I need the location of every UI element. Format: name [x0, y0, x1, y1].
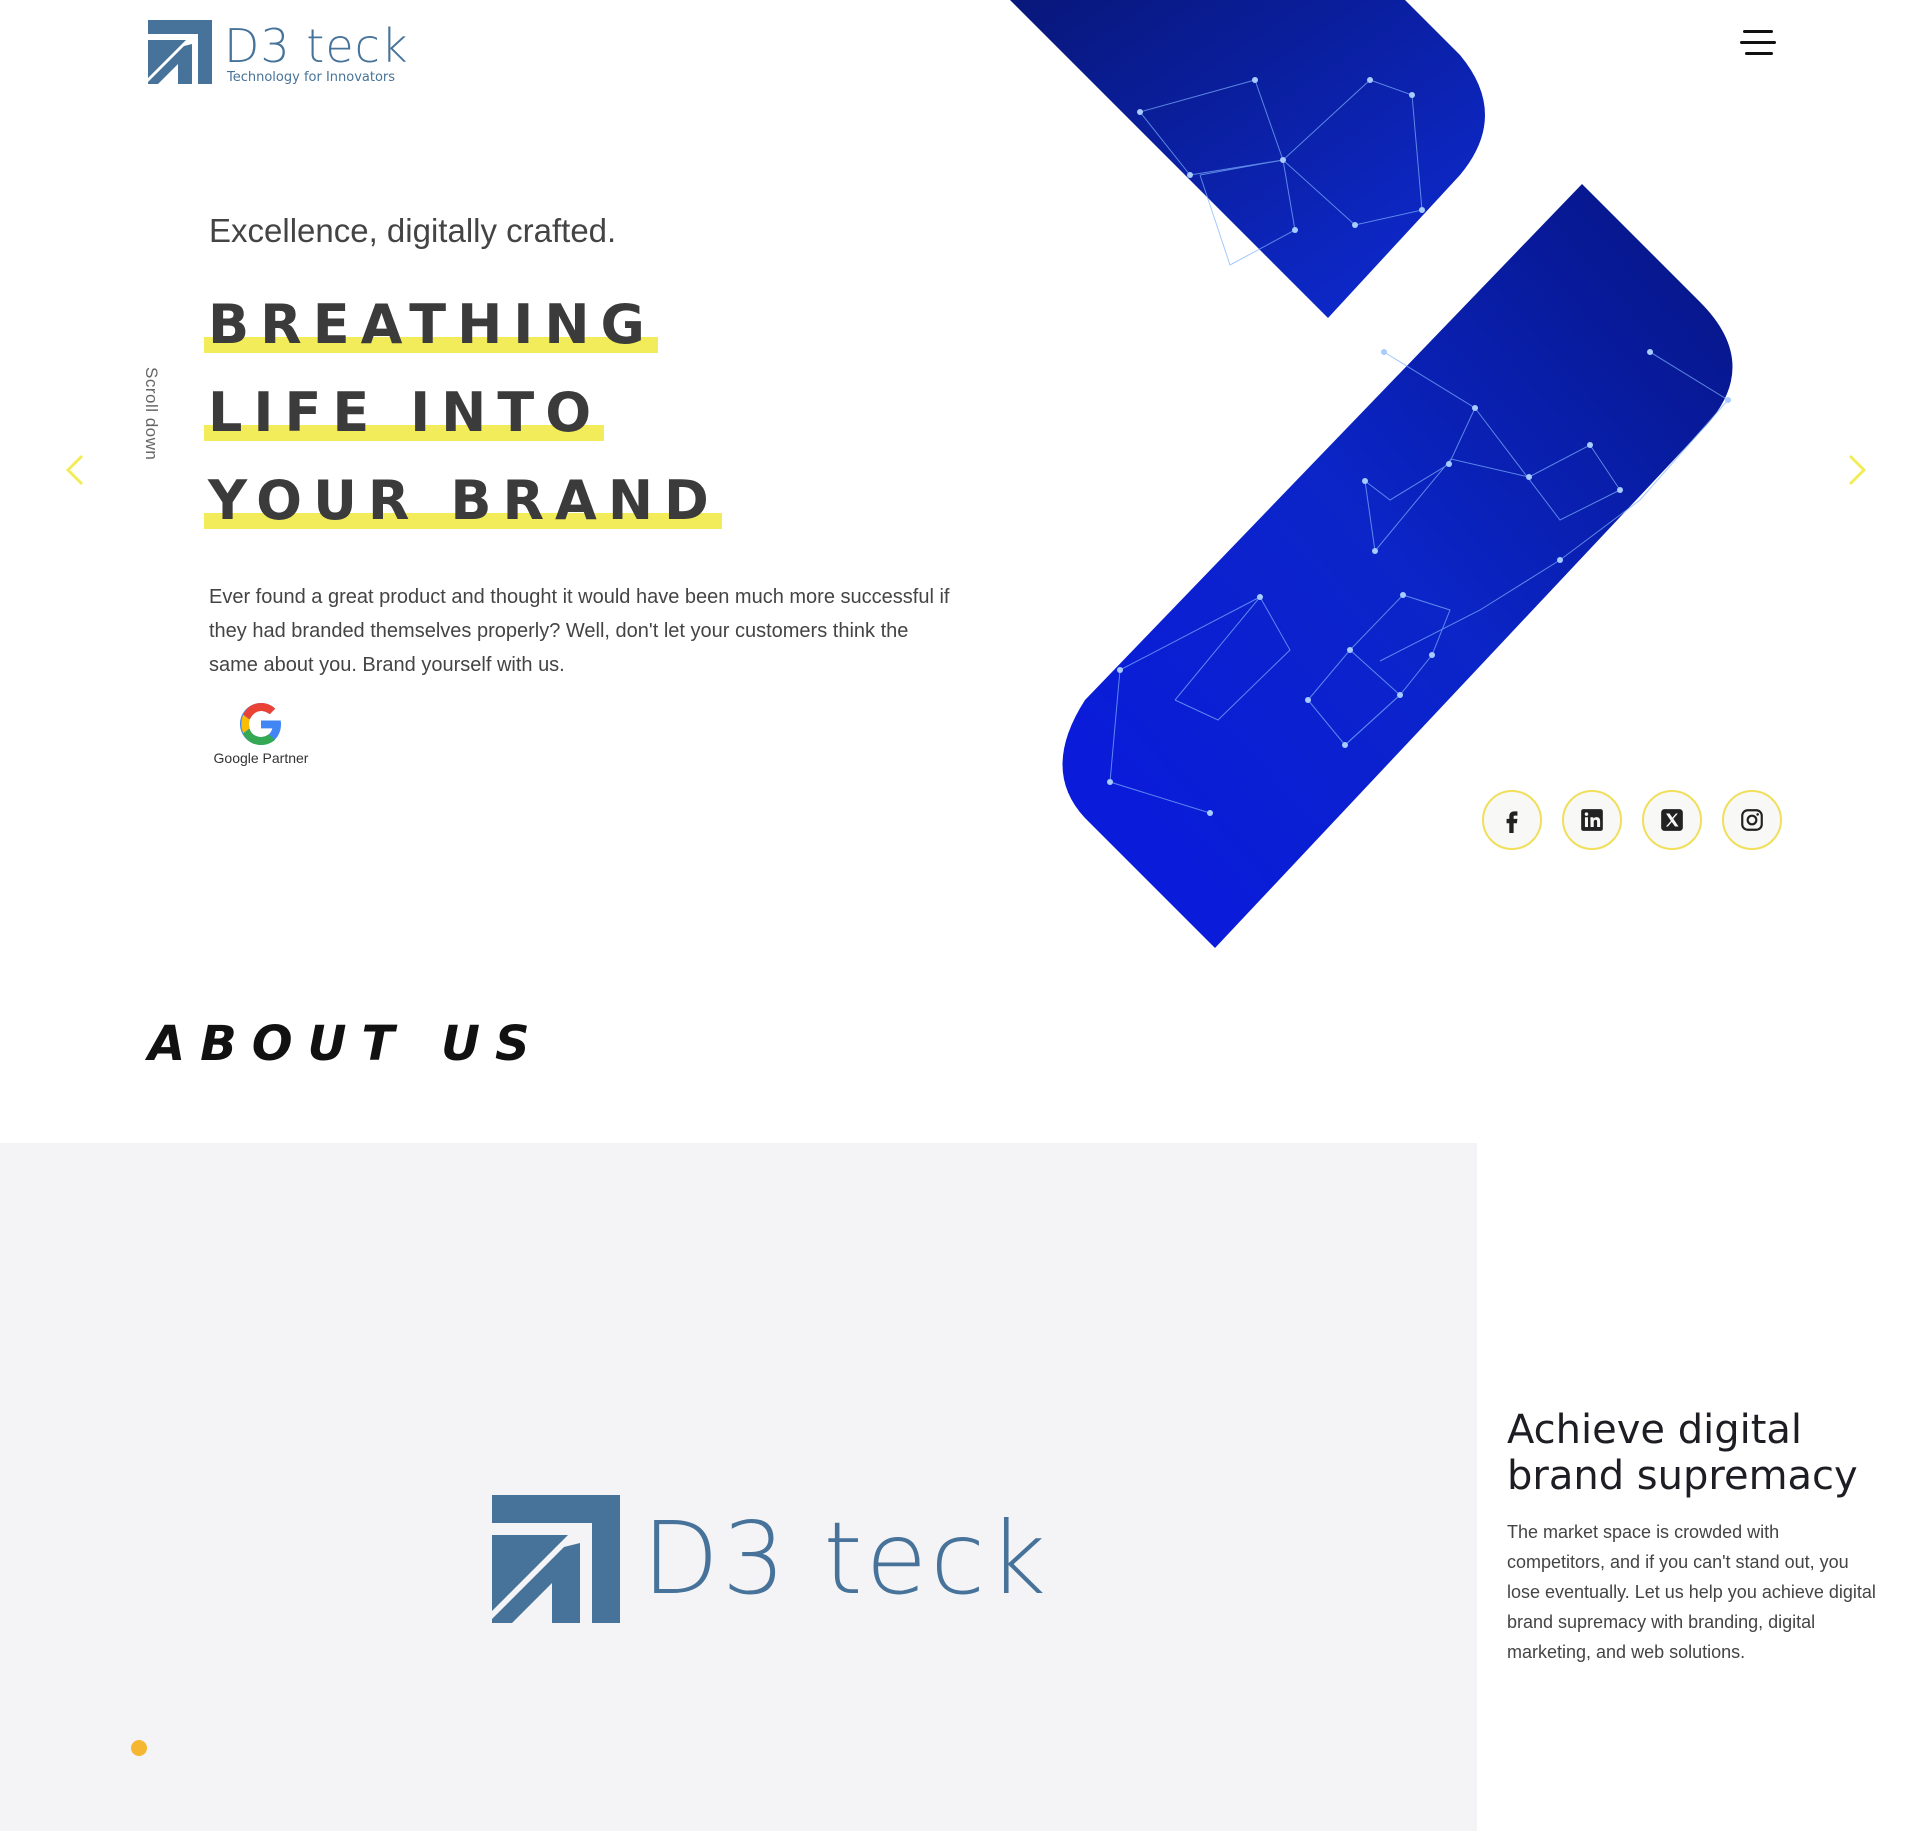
- instagram-button[interactable]: [1722, 790, 1782, 850]
- google-partner-label: Google Partner: [213, 750, 309, 766]
- about-card-title: Achieve digital brand supremacy: [1507, 1407, 1858, 1499]
- about-logo-name: D3 teck: [642, 1500, 1050, 1617]
- scroll-down-link[interactable]: Scroll down: [141, 367, 161, 460]
- x-twitter-button[interactable]: [1642, 790, 1702, 850]
- about-image-panel: [0, 1143, 1477, 1831]
- facebook-icon: [1506, 811, 1518, 833]
- logo-arrow-mark-icon: [492, 1495, 620, 1623]
- about-heading: ABOUT US: [148, 1016, 545, 1072]
- carousel-prev-chevron-icon[interactable]: [62, 452, 90, 488]
- google-g-icon: [240, 703, 281, 745]
- about-card: Achieve digital brand supremacy The mark…: [1507, 1407, 1877, 1667]
- google-partner-badge[interactable]: Google Partner: [209, 700, 313, 766]
- x-icon: [1661, 809, 1683, 831]
- instagram-icon: [1741, 809, 1763, 831]
- hero-subtitle: Excellence, digitally crafted.: [209, 212, 617, 249]
- hero-title-line: YOUR BRAND: [204, 471, 722, 529]
- about-logo: D3 teck: [492, 1494, 1049, 1624]
- facebook-button[interactable]: [1482, 790, 1542, 850]
- about-card-text: The market space is crowded with competi…: [1507, 1522, 1876, 1662]
- slider-dot[interactable]: [131, 1740, 147, 1756]
- hero-title: BREATHING LIFE INTO YOUR BRAND: [204, 295, 722, 559]
- carousel-next-chevron-icon[interactable]: [1842, 452, 1870, 488]
- hero-title-line: LIFE INTO: [204, 383, 722, 441]
- linkedin-icon: [1581, 809, 1603, 831]
- hero-title-line: BREATHING: [204, 295, 722, 353]
- social-links: [1482, 790, 1782, 850]
- hero-description: Ever found a great product and thought i…: [209, 586, 950, 676]
- linkedin-button[interactable]: [1562, 790, 1622, 850]
